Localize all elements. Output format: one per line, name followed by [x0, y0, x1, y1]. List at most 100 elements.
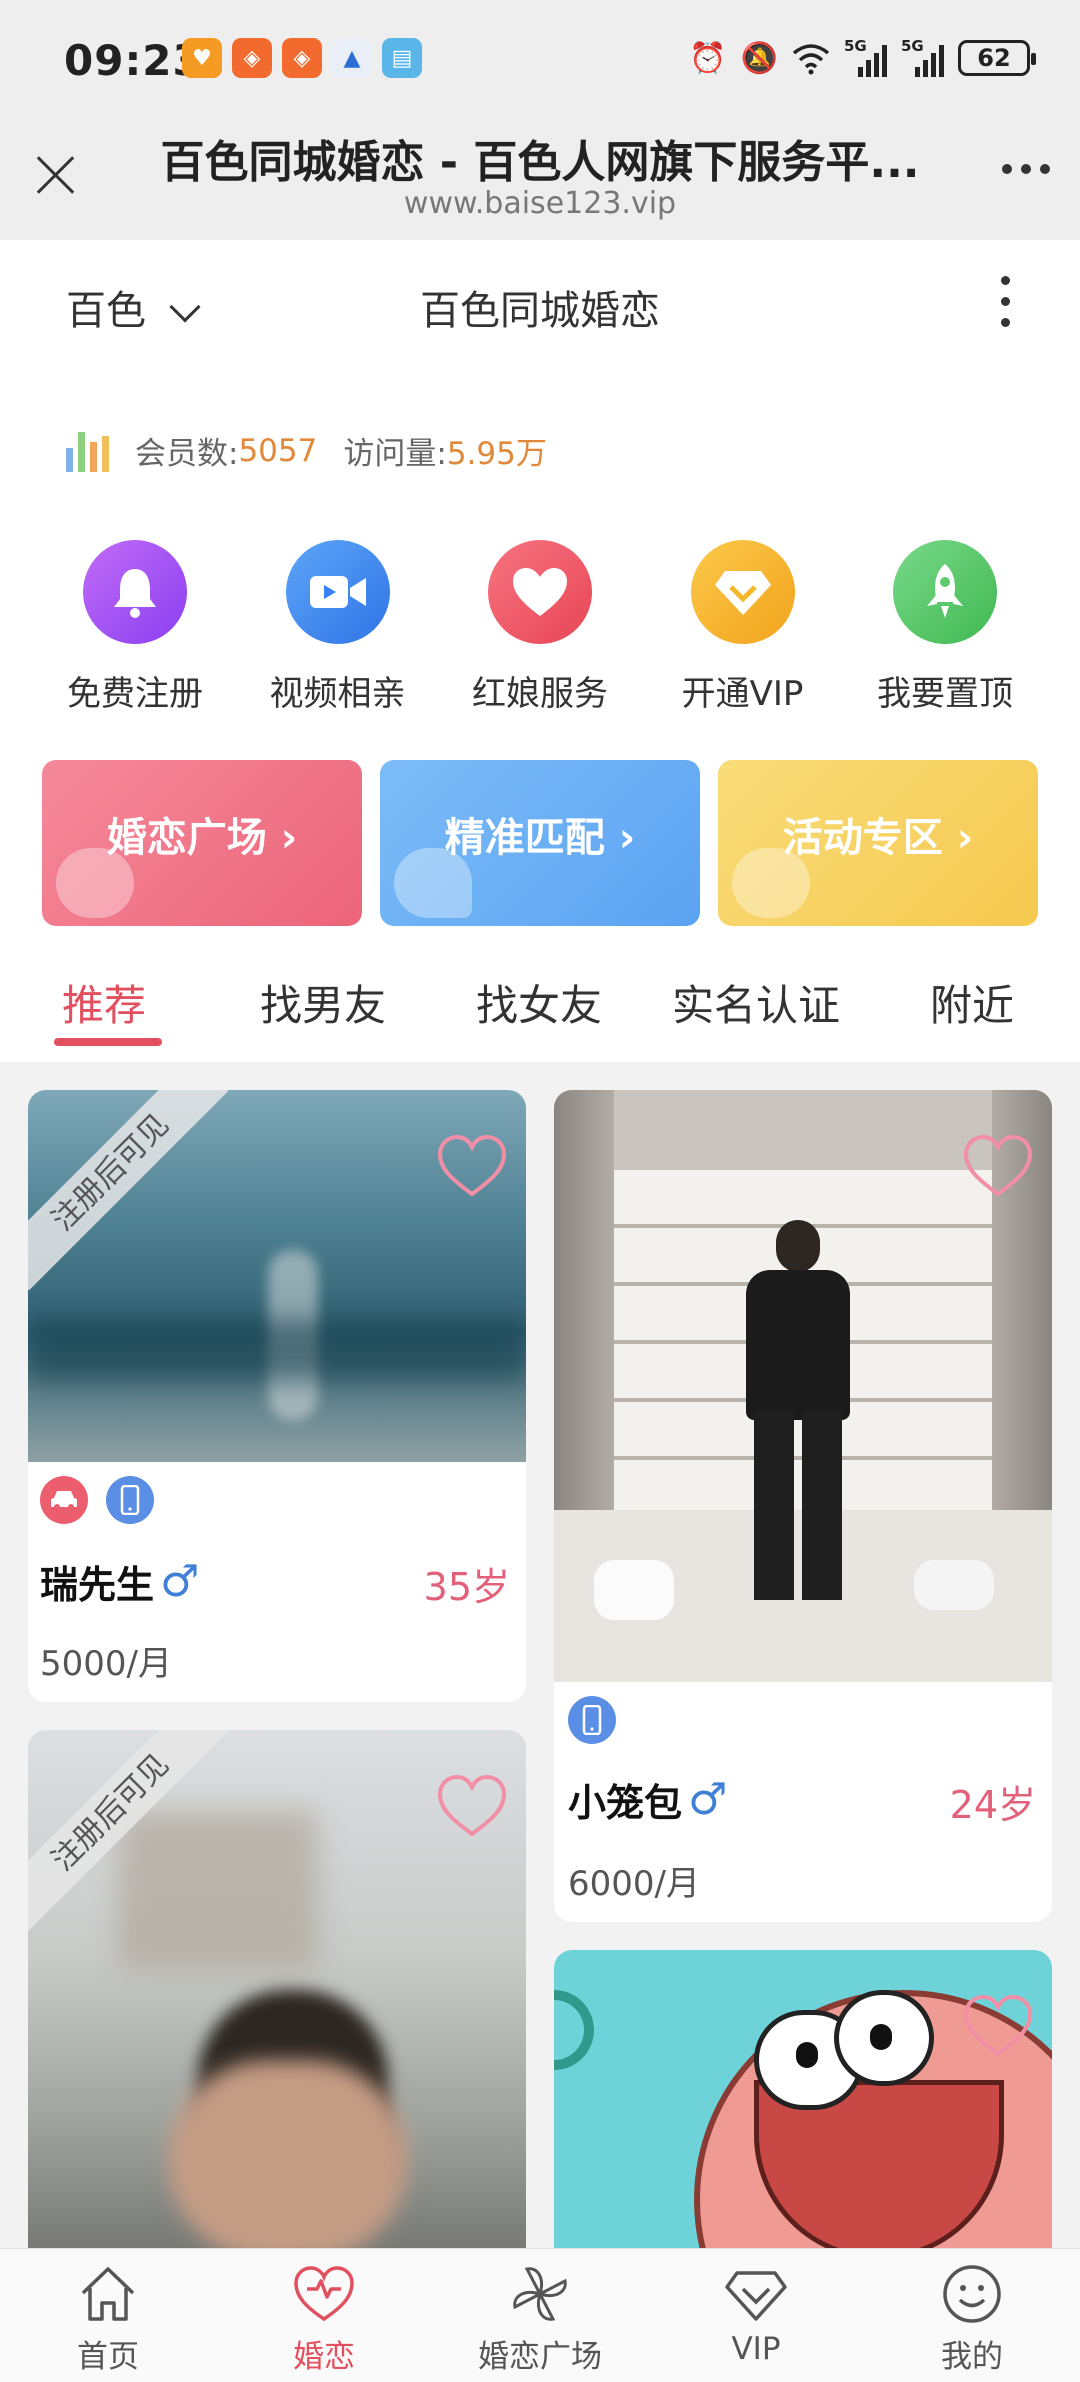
signal-icon: 5G	[844, 37, 887, 77]
heart-icon	[294, 2266, 354, 2322]
banner-precise-match[interactable]: 精准匹配 ›	[380, 760, 700, 926]
signal-icon: 5G	[901, 37, 944, 77]
quick-actions: 免费注册 视频相亲 红娘服务 开通VIP 我要置顶	[40, 540, 1040, 715]
heart-icon	[488, 540, 592, 644]
profile-card[interactable]: 注册后可见	[28, 1730, 526, 2248]
bar-chart-icon	[66, 430, 109, 472]
profile-age: 24岁	[949, 1783, 1036, 1827]
diamond-icon	[725, 2271, 787, 2321]
profile-badges	[40, 1476, 154, 1524]
tab-find-boyfriend[interactable]: 找男友	[260, 972, 386, 1033]
status-bar: 09:23 ♥ ◈ ◈ ▲ ▤ ⏰ 🔕 5G 5G 62	[0, 0, 1080, 120]
site-header: 百色 百色同城婚恋	[0, 240, 1080, 370]
nav-label: 婚恋广场	[478, 2339, 602, 2375]
members-label: 会员数:	[135, 436, 239, 472]
feature-banners: 婚恋广场 › 精准匹配 › 活动专区 ›	[42, 760, 1038, 926]
quick-action-label: 开通VIP	[681, 674, 804, 714]
tab-recommend[interactable]: 推荐	[62, 972, 146, 1033]
profile-income: 5000/月	[40, 1644, 172, 1684]
male-icon: ♂	[688, 1773, 728, 1825]
site-stats: 会员数: 5057 访问量: 5.95万	[66, 428, 573, 473]
video-camera-icon	[285, 540, 390, 644]
tab-verified[interactable]: 实名认证	[672, 972, 840, 1033]
app-notification-icon: ◈	[232, 38, 272, 78]
banner-label: 婚恋广场 ›	[106, 815, 298, 861]
profile-badges	[568, 1696, 616, 1744]
app-notification-icon: ▤	[382, 38, 422, 78]
wifi-icon	[792, 38, 830, 78]
app-notification-icon: ▲	[332, 38, 372, 78]
profile-card[interactable]	[554, 1950, 1052, 2248]
nav-label: VIP	[731, 2331, 781, 2367]
smile-icon	[943, 2265, 1001, 2323]
nav-home[interactable]: 首页	[0, 2249, 216, 2382]
quick-action-vip[interactable]: 开通VIP	[648, 540, 838, 715]
tab-find-girlfriend[interactable]: 找女友	[476, 972, 602, 1033]
rocket-icon	[893, 540, 997, 644]
visits-value: 5.95万	[446, 436, 547, 472]
quick-action-label: 免费注册	[67, 674, 203, 714]
heart-outline-icon[interactable]	[434, 1768, 510, 1844]
profile-name-row: 瑞先生 ♂	[40, 1554, 199, 1609]
page-title: 百色同城婚恋 - 百色人网旗下服务平...	[160, 137, 920, 188]
tab-nearby[interactable]: 附近	[930, 972, 1014, 1033]
app-notification-icon: ♥	[182, 38, 222, 78]
profile-name: 小笼包	[568, 1781, 683, 1825]
profile-card[interactable]: 小笼包 ♂ 24岁 6000/月	[554, 1090, 1052, 1922]
app-notification-icon: ◈	[282, 38, 322, 78]
close-icon[interactable]	[30, 150, 80, 200]
phone-icon	[106, 1476, 154, 1524]
bottom-navigation: 首页 婚恋 婚恋广场 VIP 我的	[0, 2248, 1080, 2382]
nav-label: 首页	[77, 2339, 139, 2375]
page-url: www.baise123.vip	[403, 186, 677, 221]
browser-title-bar: 百色同城婚恋 - 百色人网旗下服务平... www.baise123.vip	[0, 120, 1080, 240]
quick-action-label: 红娘服务	[472, 674, 608, 714]
site-name: 百色同城婚恋	[420, 288, 660, 334]
heart-outline-icon[interactable]	[960, 1128, 1036, 1204]
home-icon	[81, 2267, 135, 2321]
system-icons: ⏰ 🔕 5G 5G 62	[689, 37, 1036, 78]
banner-events[interactable]: 活动专区 ›	[718, 760, 1038, 926]
active-tab-indicator	[54, 1038, 162, 1046]
mute-icon: 🔕	[740, 40, 778, 76]
car-icon	[40, 1476, 88, 1524]
register-to-view-ribbon: 注册后可见	[28, 1090, 228, 1290]
pinwheel-icon	[513, 2267, 567, 2321]
nav-label: 婚恋	[293, 2339, 355, 2375]
heart-outline-icon[interactable]	[434, 1128, 510, 1204]
profile-card[interactable]: 注册后可见 瑞先生 ♂ 35岁 5000/月	[28, 1090, 526, 1702]
alarm-icon: ⏰	[689, 40, 727, 76]
category-tabs: 推荐 找男友 找女友 实名认证 附近	[0, 960, 1080, 1060]
battery-icon: 62	[958, 40, 1036, 76]
quick-action-matchmaker[interactable]: 红娘服务	[445, 540, 635, 715]
diamond-icon	[690, 540, 795, 644]
visits-label: 访问量:	[343, 436, 447, 472]
bell-icon	[83, 540, 187, 644]
banner-label: 活动专区 ›	[782, 815, 974, 861]
heart-outline-icon[interactable]	[960, 1988, 1036, 2064]
quick-action-register[interactable]: 免费注册	[40, 540, 230, 715]
banner-marriage-square[interactable]: 婚恋广场 ›	[42, 760, 362, 926]
nav-label: 我的	[941, 2339, 1003, 2375]
quick-action-label: 视频相亲	[269, 674, 406, 714]
nav-marriage-square[interactable]: 婚恋广场	[432, 2249, 648, 2382]
profile-age: 35岁	[423, 1565, 510, 1609]
male-icon: ♂	[160, 1555, 200, 1607]
nav-vip[interactable]: VIP	[648, 2249, 864, 2382]
quick-action-top[interactable]: 我要置顶	[850, 540, 1040, 715]
members-value: 5057	[238, 432, 318, 469]
phone-icon	[568, 1696, 616, 1744]
profile-name-row: 小笼包 ♂	[568, 1772, 727, 1827]
banner-label: 精准匹配 ›	[444, 815, 636, 861]
profile-name: 瑞先生	[40, 1563, 155, 1607]
register-to-view-ribbon: 注册后可见	[28, 1730, 228, 1930]
quick-action-label: 我要置顶	[877, 674, 1013, 714]
more-options-icon[interactable]	[1002, 164, 1050, 174]
nav-mine[interactable]: 我的	[864, 2249, 1080, 2382]
quick-action-video-date[interactable]: 视频相亲	[243, 540, 433, 715]
site-menu-icon[interactable]	[1001, 276, 1010, 327]
nav-marriage[interactable]: 婚恋	[216, 2249, 432, 2382]
profile-feed: 注册后可见 瑞先生 ♂ 35岁 5000/月 小笼包 ♂ 24岁 6000/月 …	[0, 1062, 1080, 2248]
profile-income: 6000/月	[568, 1864, 700, 1904]
notification-app-icons: ♥ ◈ ◈ ▲ ▤	[182, 38, 422, 78]
